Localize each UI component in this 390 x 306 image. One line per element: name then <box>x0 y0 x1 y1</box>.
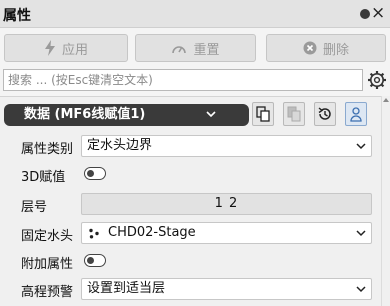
delete-label: 删除 <box>322 42 349 58</box>
lightning-icon <box>44 40 55 56</box>
toggle-knob <box>87 170 94 177</box>
category-label: 属性类别 <box>21 142 74 157</box>
user-icon <box>350 107 362 122</box>
elevation-label: 高程预警 <box>21 285 74 300</box>
chevron-down-icon <box>356 230 366 237</box>
paste-icon <box>287 106 301 122</box>
assign3d-label: 3D赋值 <box>21 170 66 185</box>
panel-title: 属性 <box>3 8 31 24</box>
elevation-value: 设置到适当层 <box>87 281 166 296</box>
copy-button[interactable] <box>252 102 274 126</box>
history-button[interactable] <box>314 102 336 126</box>
data-section-label: 数据 (MF6线赋值1) <box>24 107 146 122</box>
delete-x-icon <box>303 41 317 55</box>
chevron-down-icon <box>356 286 366 293</box>
layer-value: 1 2 <box>214 196 239 211</box>
toggle-knob <box>87 257 94 264</box>
category-value: 定水头边界 <box>87 138 153 153</box>
fixed-head-label: 固定水头 <box>21 229 74 244</box>
close-icon[interactable]: × <box>371 3 385 23</box>
property-row-extra: 附加属性 <box>0 248 381 274</box>
scroll-up-arrow-icon[interactable] <box>383 98 389 102</box>
property-row-elevation: 高程预警 设置到适当层 <box>0 276 381 302</box>
search-row <box>0 66 390 96</box>
user-button[interactable] <box>345 102 367 126</box>
paste-button[interactable] <box>283 102 305 126</box>
pin-dot-icon[interactable] <box>360 9 370 19</box>
dots-icon <box>89 228 99 239</box>
layer-label: 层号 <box>21 200 48 215</box>
fixed-head-value: CHD02-Stage <box>108 225 196 240</box>
reset-label: 重置 <box>193 42 220 58</box>
vertical-scrollbar[interactable] <box>381 96 390 306</box>
property-row-layer: 层号 1 2 <box>0 191 381 217</box>
panel-titlebar: 属性 × <box>0 0 390 28</box>
history-icon <box>318 107 331 120</box>
layer-field[interactable]: 1 2 <box>81 193 372 215</box>
chevron-down-icon <box>356 143 366 150</box>
elevation-select[interactable]: 设置到适当层 <box>81 278 372 300</box>
toolbar: 应用 重置 删除 <box>0 28 390 66</box>
property-row-category: 属性类别 定水头边界 <box>0 133 381 159</box>
gear-icon[interactable] <box>367 70 387 90</box>
apply-button[interactable]: 应用 <box>4 34 128 62</box>
reset-button[interactable]: 重置 <box>135 34 256 62</box>
extra-label: 附加属性 <box>21 257 74 272</box>
extra-toggle[interactable] <box>84 254 106 267</box>
copy-icon <box>256 106 270 122</box>
delete-button[interactable]: 删除 <box>266 34 386 62</box>
reset-dial-icon <box>172 46 187 54</box>
category-select[interactable]: 定水头边界 <box>81 135 372 157</box>
search-input[interactable] <box>4 70 362 90</box>
search-box <box>3 69 363 91</box>
apply-label: 应用 <box>61 42 88 58</box>
property-row-3d: 3D赋值 <box>0 161 381 187</box>
property-row-fixed-head: 固定水头 CHD02-Stage <box>0 220 381 246</box>
chevron-down-icon <box>206 111 216 118</box>
data-section-dropdown[interactable]: 数据 (MF6线赋值1) <box>4 104 249 126</box>
assign3d-toggle[interactable] <box>84 167 106 180</box>
fixed-head-select[interactable]: CHD02-Stage <box>81 222 372 244</box>
